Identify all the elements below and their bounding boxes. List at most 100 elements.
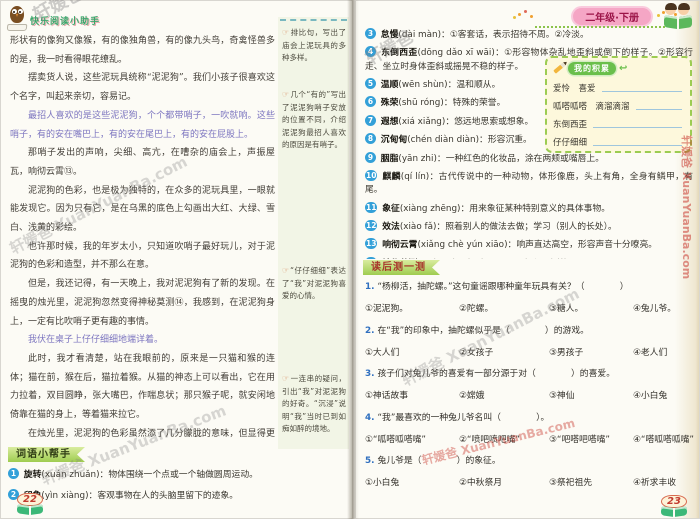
option: ④老人们 xyxy=(633,347,668,358)
option: ①神话故事 xyxy=(365,391,409,401)
definition: ①客套话，表示招待不周。②冷淡。 xyxy=(449,30,589,40)
question-text: 孩子们对兔儿爷的喜爱有一部分源于对（ ）的喜爱。 xyxy=(377,369,615,379)
curved-arrow-icon: ↩ xyxy=(619,62,628,74)
question-number: 2. xyxy=(365,325,375,336)
vocab-item: 8 沉甸甸chén diàn diàn形容沉重。 xyxy=(365,133,541,147)
quiz-question: 1. “杨柳活，抽陀螺。”这句童谣跟哪种童年玩具有关？（ ） ①泥泥狗。 ②陀螺。… xyxy=(365,281,695,316)
accumulation-lines: 爱怜 喜爱 呱嗒呱嗒 滴溜滴溜 东倒西歪 仔仔细细 xyxy=(553,76,684,148)
term: 效法 xyxy=(382,221,400,232)
scanned-workbook-spread: 快乐阅读小助手 形状有的像狗又像猴，有的像独角兽，有的像九头鸟，奇禽怪兽多的是，… xyxy=(0,0,700,519)
accumulation-words: 呱嗒呱嗒 滴溜滴溜 xyxy=(553,102,630,112)
passage-paragraph: 那哨子发出的声响，尖细、高亢，在嘈杂的庙会上，声振屋瓦，响彻云霄⑬。 xyxy=(10,148,275,177)
definition: 响声直达高空，形容声音十分嘹亮。 xyxy=(516,240,658,251)
term: 怠慢 xyxy=(380,30,399,40)
margin-note-text: 一连串的疑问，引出“我”对泥泥狗的好奇。“沉浸”说明“我”当时已到如痴如醉的境地… xyxy=(282,374,346,433)
margin-note-text: 几个“有的”写出了泥泥狗哨子安放的位置不同，介绍泥泥狗最招人喜欢的原因是有哨子。 xyxy=(282,90,346,149)
accumulation-words: 仔仔细细 xyxy=(553,138,588,148)
item-number-badge: 11 xyxy=(365,201,378,213)
option: ②嫦娥 xyxy=(459,391,485,401)
passage-paragraph: 但是，我还记得，有一天晚上，我对泥泥狗有了新的发现。在摇曳的烛光里，泥泥狗忽然变… xyxy=(10,279,275,327)
kids-reading-icon xyxy=(663,2,693,29)
accumulation-words: 爱怜 喜爱 xyxy=(553,84,596,94)
pinyin: xiǎng chè yún xiāo xyxy=(417,240,516,250)
accumulation-box-title: 我的积累 xyxy=(568,61,616,75)
blank-line xyxy=(593,145,682,146)
passage-paragraph: 形状有的像狗又像猴，有的像独角兽，有的像九头鸟，奇禽怪兽多的是，我一时看得眼花缭… xyxy=(10,36,275,65)
pencil-icon xyxy=(553,62,566,74)
question-options: ①泥泥狗。 ②陀螺。 ③糖人。 ④兔儿爷。 xyxy=(365,303,695,316)
option: ③神仙 xyxy=(549,391,575,401)
option: ①小白兔 xyxy=(365,478,400,488)
question-options: ①“呱嗒呱嗒嘴” ②“喷吧喷吧嘴” ③“吧嗒吧嗒嘴” ④“嗒呱嗒呱嘴” xyxy=(365,434,695,447)
term: 殊荣 xyxy=(380,98,399,109)
question-text: 兔儿爷是（ ）的象征。 xyxy=(377,456,501,466)
accumulation-box-header: 我的积累 ↩ xyxy=(553,61,684,75)
option: ①泥泥狗。 xyxy=(365,304,409,314)
vocab-item: 13 响彻云霄xiǎng chè yún xiāo响声直达高空，形容声音十分嘹亮… xyxy=(365,238,693,252)
definition: 用来象征某种特别意义的具体事物。 xyxy=(469,203,611,214)
pointing-hand-icon: ☞ xyxy=(282,28,290,37)
definition: 悠远地思索或想象。 xyxy=(454,116,534,127)
quiz-question: 5. 兔儿爷是（ ）的象征。 ①小白兔 ②中秋祭月 ③祭祀祖先 ④祈求丰收 xyxy=(365,455,695,490)
option: ②陀螺。 xyxy=(459,304,494,314)
definition: 一种红色的化妆品，涂在两颊或嘴唇上。 xyxy=(445,153,605,164)
pinyin: dōng dǎo xī wāi xyxy=(417,48,504,58)
open-book-icon xyxy=(17,505,43,515)
pinyin: wēn shùn xyxy=(398,80,456,90)
question-stem: 4. “我”最喜欢的一种兔儿爷名叫（ ）。 xyxy=(365,412,695,425)
question-stem: 1. “杨柳活，抽陀螺。”这句童谣跟哪种童年玩具有关？（ ） xyxy=(365,281,695,294)
accumulation-words: 东倒西歪 xyxy=(553,120,588,130)
owl-icon xyxy=(6,5,28,31)
item-number-badge: 3 xyxy=(365,28,376,39)
passage-paragraph: 我伏在桌子上仔仔细细地端详着。 xyxy=(28,335,164,346)
passage-paragraph: 也许那时候，我的年岁太小，只知道吹哨子最好玩儿，对于泥泥狗的色彩和造型，并不那么… xyxy=(10,241,275,271)
item-number-badge: 8 xyxy=(365,133,376,145)
passage-paragraph: 最招人喜欢的是这些泥泥狗，个个都带哨子，一吹就响。这些哨子，有的安在嘴巴上，有的… xyxy=(10,110,275,140)
page-right: 二年级·下册 3 怠慢dài màn①客套话，表示招待不周。②冷淡。 4 东倒西… xyxy=(356,1,699,518)
quiz-question: 3. 孩子们对兔儿爷的喜爱有一部分源于对（ ）的喜爱。 ①神话故事 ②嫦娥 ③神仙… xyxy=(365,368,695,403)
accumulation-line: 呱嗒呱嗒 滴溜滴溜 xyxy=(553,94,684,112)
quiz-section: 1. “杨柳活，抽陀螺。”这句童谣跟哪种童年玩具有关？（ ） ①泥泥狗。 ②陀螺。… xyxy=(365,281,695,513)
term: 胭脂 xyxy=(380,153,399,164)
option: ④小白兔 xyxy=(633,391,668,401)
pinyin: xiá xiǎng xyxy=(398,117,454,127)
passage-paragraph: 在烛光里，泥泥狗的色彩虽然添了几分朦胧的意味，但显得更加神秘，那黄色的眼睑，衬托… xyxy=(28,428,275,439)
quiz-question: 4. “我”最喜欢的一种兔儿爷名叫（ ）。 ①“呱嗒呱嗒嘴” ②“喷吧喷吧嘴” ③… xyxy=(365,412,695,447)
vocab-item: 12 效法xiào fǎ照着别人的做法去做；学习（别人的长处）。 xyxy=(365,219,693,234)
option: ④“嗒呱嗒呱嘴” xyxy=(633,434,694,445)
term: 响彻云霄 xyxy=(382,240,418,251)
word-helper-banner: 词语小帮手 xyxy=(8,447,85,462)
definition: 形容沉重。 xyxy=(487,135,532,146)
accumulation-line: 东倒西歪 xyxy=(553,112,684,130)
option: ②中秋祭月 xyxy=(459,478,503,488)
vocab-item: 3 怠慢dài màn①客套话，表示招待不周。②冷淡。 xyxy=(365,28,693,42)
pointing-hand-icon: ☞ xyxy=(282,374,290,383)
vocab-item: 6 殊荣shū róng特殊的荣誉。 xyxy=(365,96,541,110)
pinyin: chén diàn diàn xyxy=(407,135,488,145)
option: ③糖人。 xyxy=(549,304,584,314)
pinyin: xiàng zhēng xyxy=(400,204,469,214)
vocab-item: 11 象征xiàng zhēng用来象征某种特别意义的具体事物。 xyxy=(365,201,693,216)
question-options: ①神话故事 ②嫦娥 ③神仙 ④小白兔 xyxy=(365,390,695,403)
pinyin: yìn xiàng xyxy=(41,491,97,501)
vocab-item: 9 胭脂yān zhi一种红色的化妆品，涂在两颊或嘴唇上。 xyxy=(365,151,693,166)
option: ③祭祀祖先 xyxy=(549,478,593,488)
item-number-badge: 9 xyxy=(365,151,376,163)
question-text: “我”最喜欢的一种兔儿爷名叫（ ）。 xyxy=(377,412,550,423)
question-text: 在“我”的印象中，抽陀螺似乎是（ ）的游戏。 xyxy=(377,325,589,336)
definition: 客观事物在人的头脑里留下的迹象。 xyxy=(97,491,239,502)
question-number: 1. xyxy=(365,282,375,292)
option: ④兔儿爷。 xyxy=(633,304,677,314)
option: ①大人们 xyxy=(365,347,400,358)
option: ①“呱嗒呱嗒嘴” xyxy=(365,434,426,445)
item-number-badge: 12 xyxy=(365,219,378,231)
vocab-item: 14 神秘莫测shén mì mò cè不可理解与预测的。 xyxy=(365,256,693,259)
margin-note-text: 排比句，写出了庙会上泥玩具的多种多样。 xyxy=(282,28,346,62)
margin-note: ☞排比句，写出了庙会上泥玩具的多种多样。 xyxy=(282,27,346,65)
term: 遐想 xyxy=(380,116,399,127)
page-left: 快乐阅读小助手 形状有的像狗又像猴，有的像独角兽，有的像九头鸟，奇禽怪兽多的是，… xyxy=(1,1,352,518)
margin-notes-column: ☞排比句，写出了庙会上泥玩具的多种多样。 ☞几个“有的”写出了泥泥狗哨子安放的位… xyxy=(278,17,349,449)
question-options: ①大人们 ②女孩子 ③男孩子 ④老人们 xyxy=(365,347,695,360)
word-helper-list: 1 旋转xuán zhuǎn物体围绕一个点或一个轴做圆周运动。 2 印象yìn … xyxy=(8,467,298,509)
pinyin: xuán zhuǎn xyxy=(41,470,108,480)
